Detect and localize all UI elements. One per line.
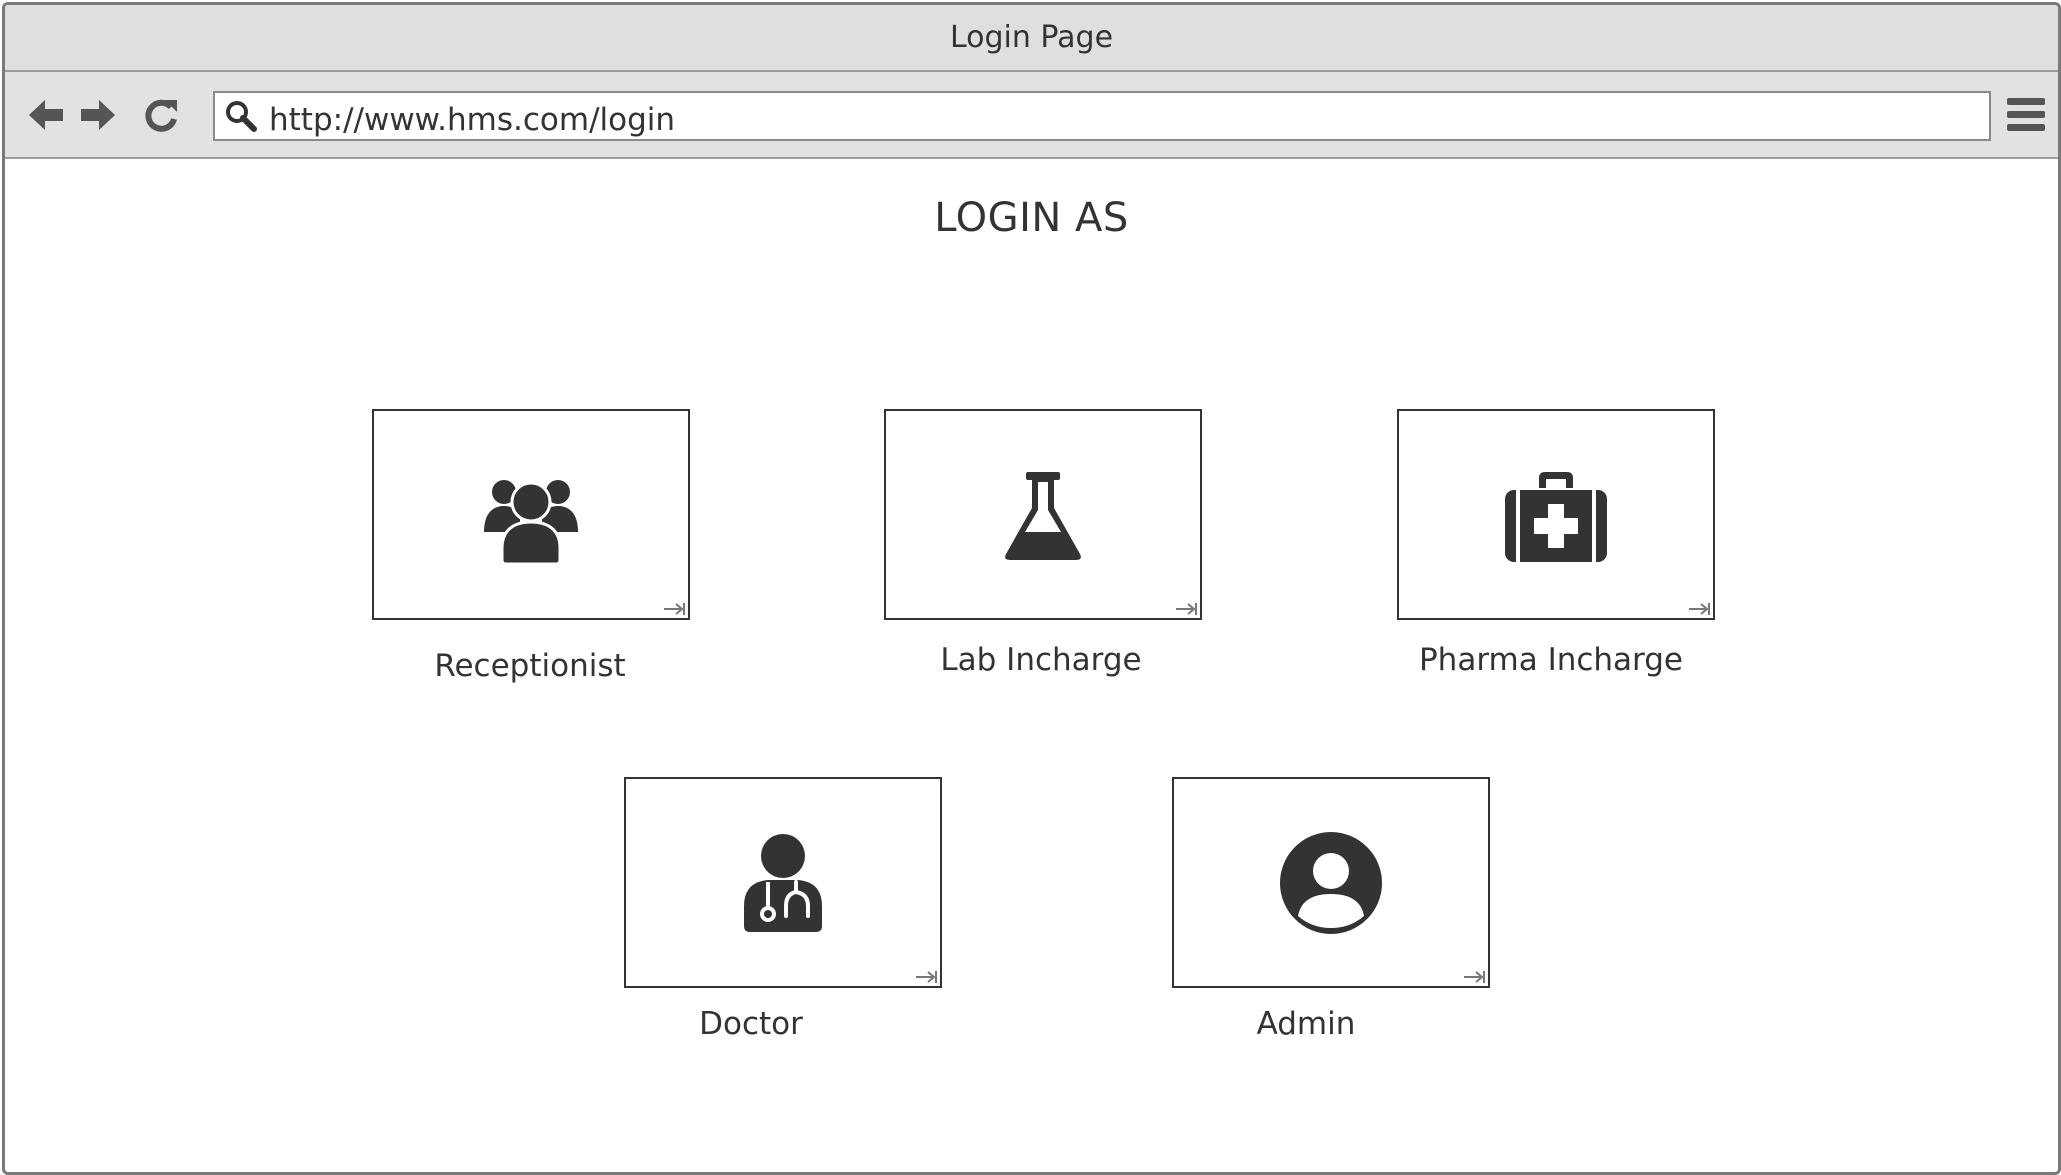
link-arrow-icon xyxy=(664,603,685,615)
role-label-receptionist: Receptionist xyxy=(434,648,626,684)
back-button[interactable] xyxy=(23,92,69,138)
forward-button[interactable] xyxy=(75,92,121,138)
users-group-icon xyxy=(476,460,586,570)
role-label-doctor: Doctor xyxy=(699,1006,803,1042)
flask-icon xyxy=(988,460,1098,570)
role-label-lab-incharge: Lab Incharge xyxy=(940,642,1142,678)
browser-toolbar: http://www.hms.com/login xyxy=(5,72,2058,159)
reload-icon xyxy=(145,99,177,132)
doctor-icon xyxy=(728,828,838,938)
user-circle-icon xyxy=(1276,828,1386,938)
role-tile-doctor[interactable] xyxy=(624,777,942,988)
arrow-right-icon xyxy=(81,100,115,130)
link-arrow-icon xyxy=(1464,971,1485,983)
role-label-admin: Admin xyxy=(1256,1006,1356,1042)
medical-kit-icon xyxy=(1501,460,1611,570)
role-label-pharma-incharge: Pharma Incharge xyxy=(1418,642,1683,678)
address-url: http://www.hms.com/login xyxy=(269,102,676,138)
browser-window: Login Page http://www.hms.com/login LOGI… xyxy=(2,2,2061,1175)
hamburger-menu-icon xyxy=(2007,98,2045,131)
page-content: LOGIN AS Receptionist Lab Incharge Pharm… xyxy=(5,159,2058,1172)
link-arrow-icon xyxy=(1176,603,1197,615)
role-tile-admin[interactable] xyxy=(1172,777,1490,988)
arrow-left-icon xyxy=(29,100,63,130)
reload-button[interactable] xyxy=(138,92,184,138)
page-heading: LOGIN AS xyxy=(934,195,1129,241)
role-tile-lab-incharge[interactable] xyxy=(884,409,1202,620)
address-bar[interactable]: http://www.hms.com/login xyxy=(213,91,1991,141)
role-tile-pharma-incharge[interactable] xyxy=(1397,409,1715,620)
role-tile-receptionist[interactable] xyxy=(372,409,690,620)
search-icon xyxy=(226,101,257,132)
link-arrow-icon xyxy=(1689,603,1710,615)
link-arrow-icon xyxy=(916,971,937,983)
menu-button[interactable] xyxy=(2005,94,2047,136)
window-title: Login Page xyxy=(5,5,2058,72)
